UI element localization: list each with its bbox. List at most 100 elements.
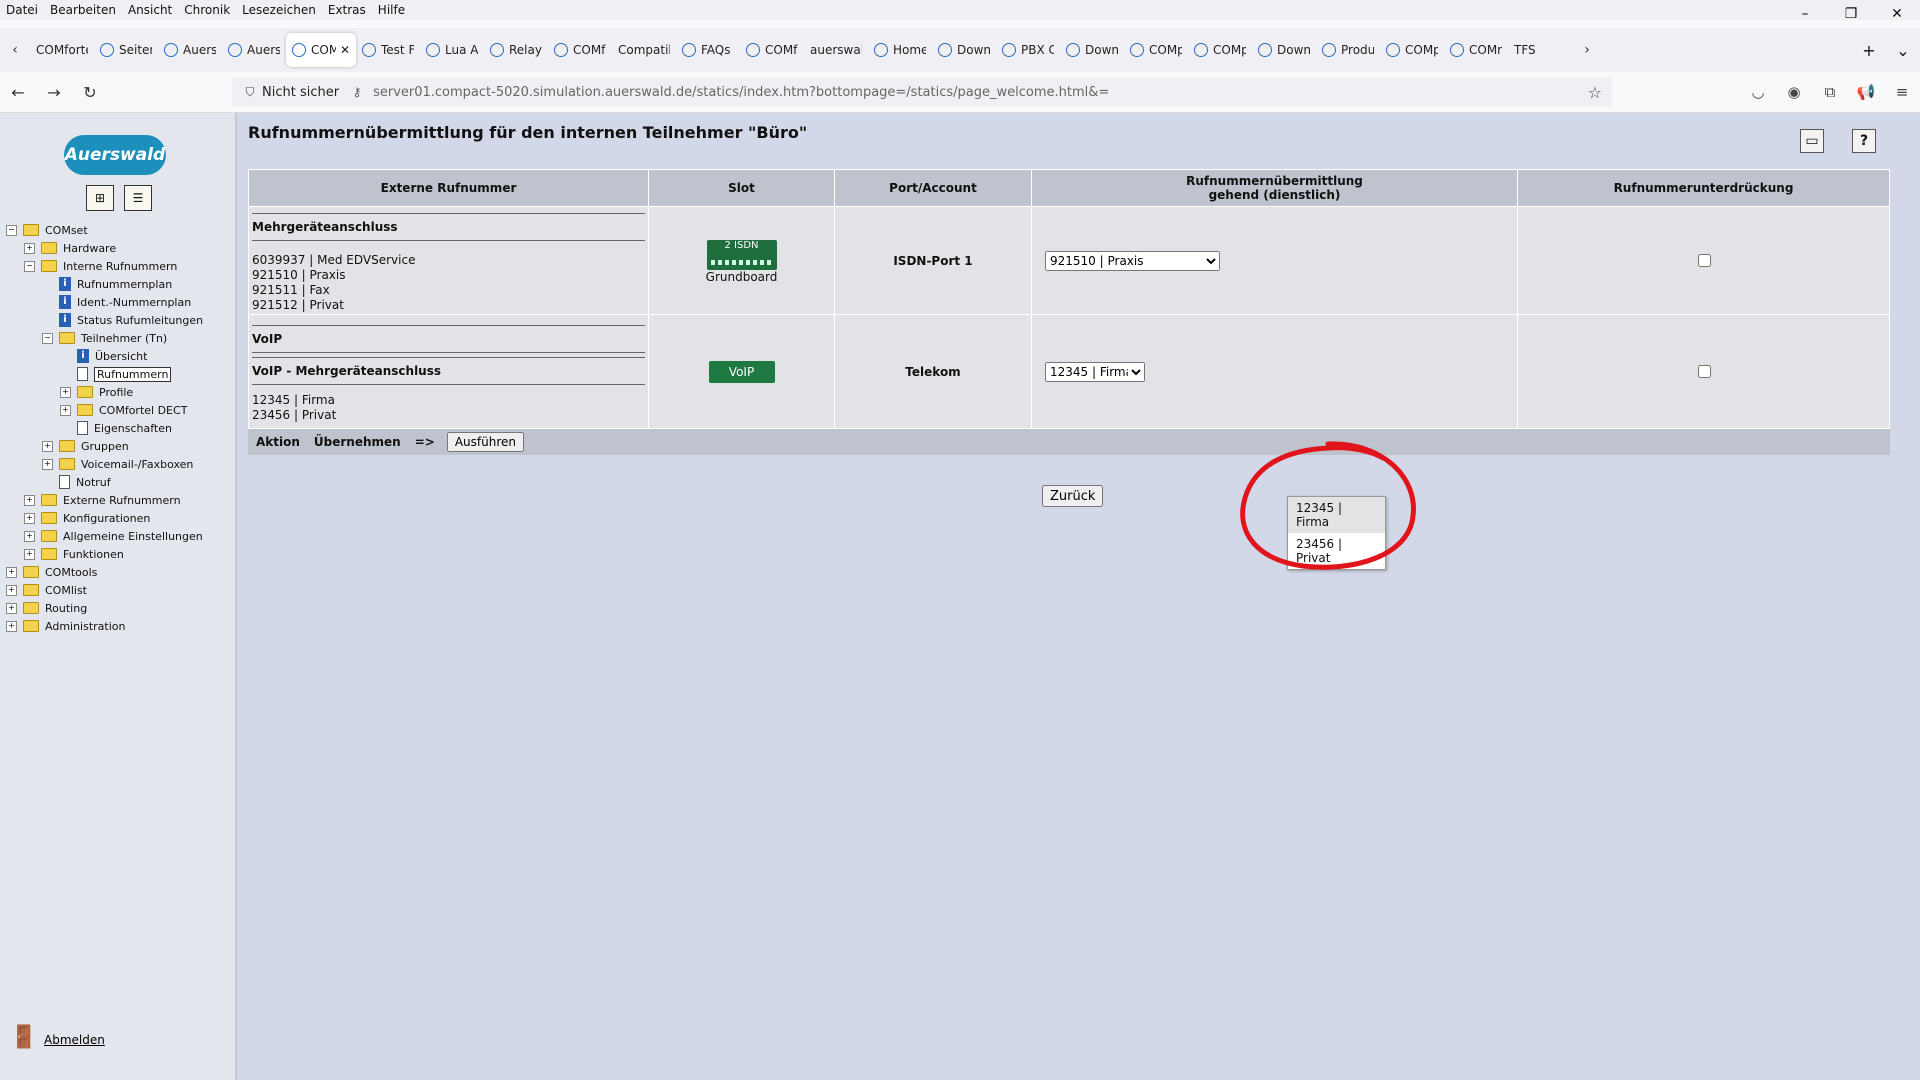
tab-item[interactable]: Test Fu xyxy=(356,33,420,67)
tab-item[interactable]: COMp xyxy=(1188,33,1252,67)
close-tab-icon[interactable]: ✕ xyxy=(340,43,350,57)
tab-label[interactable]: COMfort xyxy=(765,43,798,57)
tab-label[interactable]: COMset xyxy=(311,43,336,57)
expand-toggle-icon[interactable]: + xyxy=(24,494,35,506)
sidebar-item-label[interactable]: Konfigurationen xyxy=(63,512,150,525)
sidebar-item[interactable]: + Routing xyxy=(0,599,235,617)
expand-toggle-icon[interactable]: + xyxy=(42,458,53,470)
close-window-button[interactable]: ✕ xyxy=(1874,0,1920,28)
sidebar-item-label[interactable]: Externe Rufnummern xyxy=(63,494,181,507)
menu-item-hilfe[interactable]: Hilfe xyxy=(372,3,411,17)
expand-toggle-icon[interactable]: + xyxy=(24,512,35,524)
dropdown-option[interactable]: 23456 | Privat xyxy=(1288,533,1385,569)
sidebar-item-label[interactable]: Status Rufumleitungen xyxy=(77,314,203,327)
sidebar-item[interactable]: Eigenschaften xyxy=(0,419,235,437)
expand-toggle-icon[interactable]: + xyxy=(6,566,17,578)
logout-door-icon[interactable]: 🚪 xyxy=(10,1025,40,1055)
tab-item[interactable]: COMfortel xyxy=(30,33,94,67)
sidebar-item[interactable]: + Voicemail-/Faxboxen xyxy=(0,455,235,473)
sidebar-item-label[interactable]: Übersicht xyxy=(95,350,147,363)
tab-label[interactable]: Downl xyxy=(957,43,990,57)
tab-item[interactable]: Auerswald xyxy=(158,33,222,67)
expand-toggle-icon[interactable]: + xyxy=(24,548,35,560)
tab-label[interactable]: TFS xyxy=(1514,43,1536,57)
sidebar-item[interactable]: − COMset xyxy=(0,221,235,239)
shield-icon[interactable]: ⛉ xyxy=(238,85,262,100)
sidebar-item-label[interactable]: Interne Rufnummern xyxy=(63,260,177,273)
expand-toggle-icon[interactable]: + xyxy=(24,530,35,542)
expand-toggle-icon[interactable]: + xyxy=(42,440,53,452)
sidebar-item[interactable]: + COMtools xyxy=(0,563,235,581)
tab-item[interactable]: TFS xyxy=(1508,33,1572,67)
tab-label[interactable]: auerswald xyxy=(810,43,862,57)
forward-icon[interactable]: → xyxy=(36,83,72,102)
restore-button[interactable]: ❐ xyxy=(1828,0,1874,28)
tab-item[interactable]: COMfort xyxy=(740,33,804,67)
bookmark-star-icon[interactable]: ☆ xyxy=(1588,83,1602,102)
tab-item[interactable]: COMp xyxy=(1380,33,1444,67)
tab-label[interactable]: Auersw xyxy=(247,43,280,57)
sidebar-item-label[interactable]: COMtools xyxy=(45,566,97,579)
sidebar-item-label[interactable]: COMfortel DECT xyxy=(99,404,187,417)
sidebar-item[interactable]: − Teilnehmer (Tn) xyxy=(0,329,235,347)
help-icon[interactable]: ? xyxy=(1852,129,1876,153)
sidebar-item-label[interactable]: Allgemeine Einstellungen xyxy=(63,530,203,543)
tab-label[interactable]: COMp xyxy=(1213,43,1246,57)
clir-checkbox-isdn[interactable] xyxy=(1697,254,1711,267)
tab-label[interactable]: COMm xyxy=(1469,43,1502,57)
expand-toggle-icon[interactable]: + xyxy=(60,386,71,398)
back-button[interactable]: Zurück xyxy=(1042,485,1104,507)
sidebar-item-label[interactable]: Teilnehmer (Tn) xyxy=(81,332,167,345)
action-value[interactable]: Übernehmen xyxy=(314,435,401,449)
sidebar-item[interactable]: + Funktionen xyxy=(0,545,235,563)
tab-label[interactable]: Downl xyxy=(1085,43,1118,57)
dropdown-option[interactable]: 12345 | Firma xyxy=(1288,497,1385,533)
tab-label[interactable]: COMp xyxy=(1149,43,1182,57)
tab-item[interactable]: Home xyxy=(868,33,932,67)
sidebar-item[interactable]: Notruf xyxy=(0,473,235,491)
sidebar-item-label[interactable]: Funktionen xyxy=(63,548,124,561)
minimize-button[interactable]: – xyxy=(1782,0,1828,28)
sidebar-item[interactable]: + Externe Rufnummern xyxy=(0,491,235,509)
tabs-scroll-right-icon[interactable]: › xyxy=(1572,42,1602,58)
reload-icon[interactable]: ↻ xyxy=(72,83,108,102)
tab-item[interactable]: Downl xyxy=(1252,33,1316,67)
tab-label[interactable]: Auerswald xyxy=(183,43,216,57)
tab-label[interactable]: Relay xyxy=(509,43,542,57)
menu-icon[interactable]: ≡ xyxy=(1884,83,1920,101)
tab-item[interactable]: COMm xyxy=(1444,33,1508,67)
sidebar-item-label[interactable]: Hardware xyxy=(63,242,116,255)
sidebar-item-label[interactable]: Rufnummernplan xyxy=(77,278,172,291)
expand-toggle-icon[interactable]: − xyxy=(6,224,17,236)
sidebar-item-label[interactable]: Notruf xyxy=(76,476,111,489)
tab-item[interactable]: Seiten xyxy=(94,33,158,67)
tab-item[interactable]: Downl xyxy=(932,33,996,67)
save-icon[interactable]: ▭ xyxy=(1800,129,1824,153)
clip-select-voip[interactable]: 12345 | Firma xyxy=(1045,361,1145,382)
sidebar-item-label[interactable]: COMlist xyxy=(45,584,87,597)
expand-toggle-icon[interactable]: − xyxy=(24,260,35,272)
sidebar-item[interactable]: + Profile xyxy=(0,383,235,401)
extensions-icon[interactable]: ⧉ xyxy=(1812,83,1848,101)
tab-item[interactable]: Auersw xyxy=(222,33,286,67)
tab-label[interactable]: Downl xyxy=(1277,43,1310,57)
tab-item[interactable]: FAQs xyxy=(676,33,740,67)
menu-item-datei[interactable]: Datei xyxy=(0,3,44,17)
sidebar-item[interactable]: + COMfortel DECT xyxy=(0,401,235,419)
sidebar-item[interactable]: + Gruppen xyxy=(0,437,235,455)
tab-item[interactable]: Lua AI xyxy=(420,33,484,67)
tab-item[interactable]: Produ xyxy=(1316,33,1380,67)
back-icon[interactable]: ← xyxy=(0,83,36,102)
tab-label[interactable]: Seiten xyxy=(119,43,152,57)
tab-item[interactable]: PBX C xyxy=(996,33,1060,67)
clip-select-isdn[interactable]: 921510 | Praxis xyxy=(1045,250,1220,271)
sidebar-item[interactable]: i Übersicht xyxy=(0,347,235,365)
sidebar-item-label[interactable]: Ident.-Nummernplan xyxy=(77,296,191,309)
megaphone-icon[interactable]: 📢 xyxy=(1848,83,1884,101)
sidebar-item[interactable]: + COMlist xyxy=(0,581,235,599)
url-text[interactable]: server01.compact-5020.simulation.auerswa… xyxy=(373,85,1109,100)
tab-label[interactable]: COMfortel xyxy=(36,43,88,57)
tab-list-icon[interactable]: ⌄ xyxy=(1886,41,1920,60)
menu-item-lesezeichen[interactable]: Lesezeichen xyxy=(236,3,322,17)
address-bar[interactable]: ⛉ Nicht sicher ⚷ server01.compact-5020.s… xyxy=(232,77,1612,107)
